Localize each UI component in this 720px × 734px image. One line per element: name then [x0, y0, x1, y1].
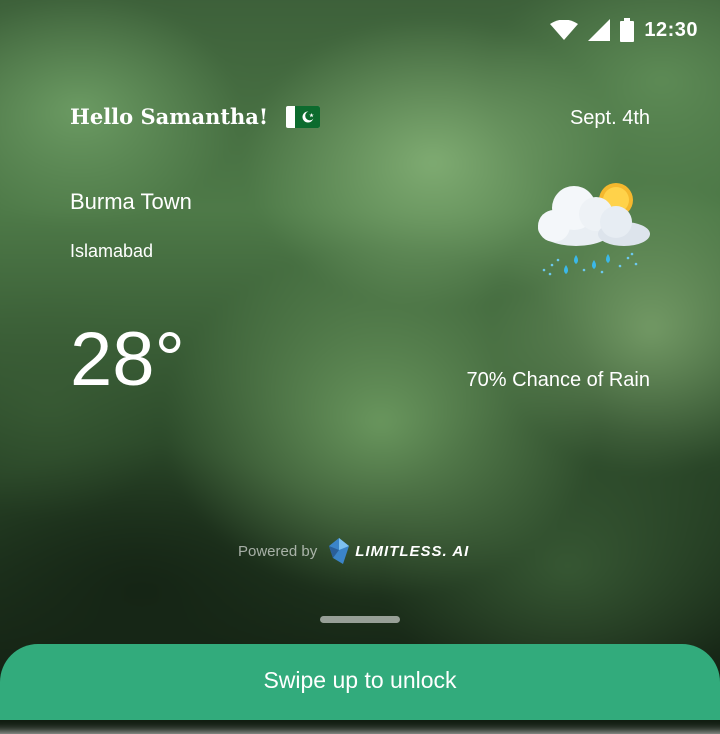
battery-icon — [620, 18, 635, 42]
pakistan-flag-icon — [286, 105, 321, 128]
greeting-text: Hello Samantha! — [70, 104, 269, 129]
greeting: Hello Samantha! — [70, 104, 321, 129]
status-time: 12:30 — [644, 18, 698, 41]
temperature: 28° — [70, 317, 185, 402]
status-bar: 12:30 — [550, 18, 698, 42]
brand-logo: LIMITLESS. AI — [329, 538, 469, 564]
signal-icon — [588, 19, 611, 41]
city-name: Burma Town — [70, 189, 192, 214]
unlock-label: Swipe up to unlock — [263, 666, 457, 693]
rain-chance: 70% Chance of Rain — [466, 369, 650, 391]
rain-cloud-sun-icon — [538, 183, 650, 276]
brand-name: LIMITLESS. AI — [355, 542, 470, 560]
powered-by-label: Powered by — [238, 542, 318, 560]
limitless-logo-icon — [329, 538, 350, 564]
swipe-up-unlock-bar[interactable]: Swipe up to unlock — [0, 644, 720, 720]
wifi-icon — [550, 20, 579, 40]
powered-by: Powered by LIMITLESS. AI — [238, 538, 469, 564]
region-name: Islamabad — [70, 241, 154, 261]
date-label: Sept. 4th — [569, 107, 650, 129]
swipe-handle[interactable] — [320, 616, 400, 623]
